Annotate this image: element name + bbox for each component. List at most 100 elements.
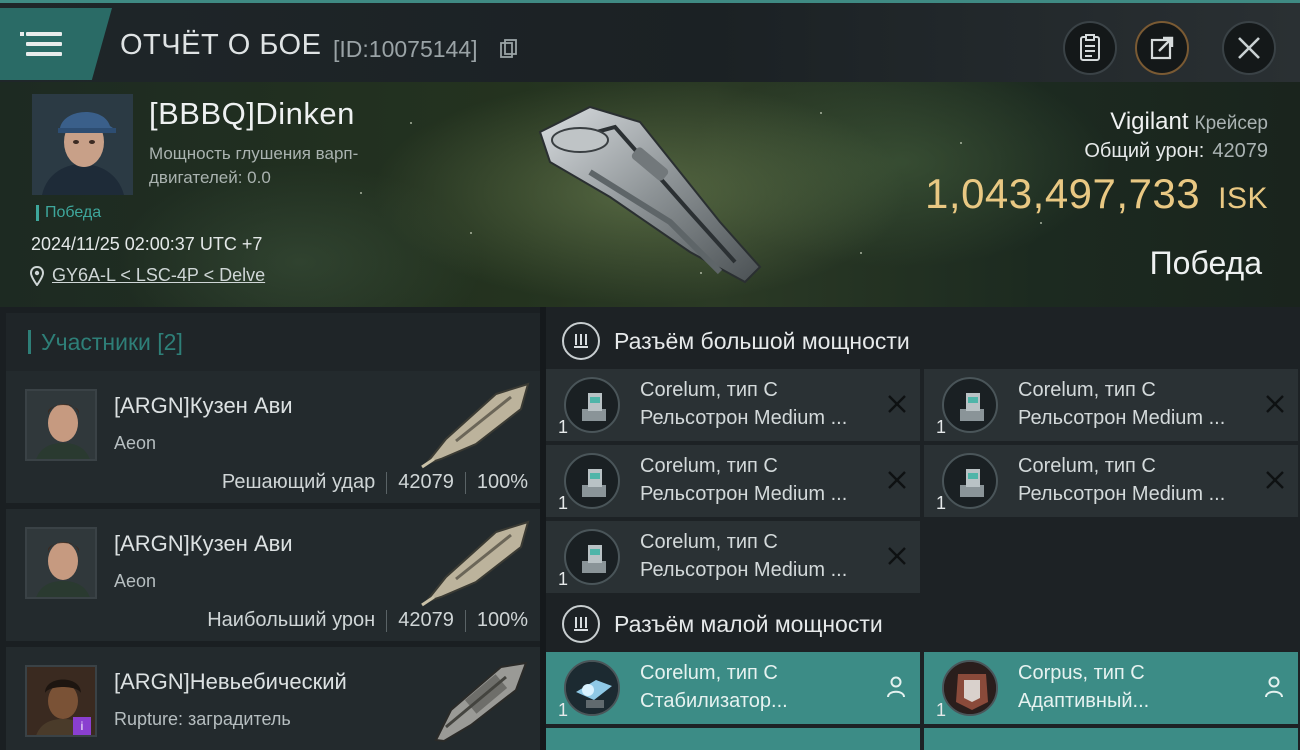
- victim-avatar[interactable]: [32, 94, 133, 195]
- participant-name[interactable]: [ARGN]Кузен Ави: [114, 531, 293, 557]
- participant-card[interactable]: [ARGN]Кузен Ави Aeon Решающий удар 42079…: [6, 371, 540, 503]
- isk-unit: ISK: [1218, 182, 1268, 215]
- report-id: [ID:10075144]: [333, 36, 478, 62]
- damage-value: 42079: [1212, 140, 1268, 162]
- railgun-icon: [564, 529, 620, 585]
- info-badge: i: [73, 717, 91, 735]
- participant-ship-image: [421, 520, 530, 607]
- copy-icon[interactable]: [500, 39, 518, 59]
- module-desc: Рельсотрон Medium ...: [1018, 407, 1226, 429]
- victim-ship-type: Vigilant Крейсер: [1110, 108, 1268, 136]
- participant-role: Решающий удар: [221, 471, 376, 493]
- header-bar: ОТЧЁТ О БОЕ [ID:10075144]: [0, 0, 1300, 82]
- participant-stats: Наибольший урон 42079 100%: [207, 609, 528, 632]
- participant-ship: Aeon: [114, 433, 157, 453]
- low-slot-header: Разъём малой мощности: [546, 593, 1300, 655]
- participants-panel: Участники [2] [ARGN]Кузен Ави Aeon Решаю…: [0, 307, 540, 750]
- high-slot-title: Разъём большой мощности: [614, 327, 910, 354]
- kill-datetime: 2024/11/25 02:00:37 UTC +7: [31, 234, 263, 254]
- fitting-panel: Разъём большой мощности 1 Corelum, тип C…: [546, 307, 1300, 750]
- module-quantity: 1: [936, 417, 947, 437]
- module-slot-partial[interactable]: [924, 728, 1298, 750]
- railgun-icon: [564, 453, 620, 509]
- share-button[interactable]: [1135, 21, 1189, 75]
- isk-value: 1,043,497,733 ISK: [925, 170, 1268, 218]
- module-name: Corelum, тип C: [1018, 379, 1156, 401]
- module-slot[interactable]: 1 Corelum, тип C Рельсотрон Medium ...: [546, 369, 920, 441]
- high-slot-icon: [562, 322, 600, 360]
- participant-card[interactable]: [ARGN]Кузен Ави Aeon Наибольший урон 420…: [6, 509, 540, 641]
- clipboard-button[interactable]: [1063, 21, 1117, 75]
- participant-card[interactable]: i [ARGN]Невьебический Rupture: заградите…: [6, 647, 540, 750]
- damage-label: Общий урон:: [1084, 140, 1205, 162]
- participant-damage: 42079: [398, 471, 454, 493]
- participant-ship: Aeon: [114, 571, 157, 591]
- module-desc: Рельсотрон Medium ...: [640, 407, 848, 429]
- railgun-icon: [942, 377, 998, 433]
- share-icon: [1150, 36, 1174, 60]
- ship-class: Крейсер: [1194, 113, 1268, 134]
- ship-name: Vigilant: [1110, 108, 1189, 135]
- module-name: Corelum, тип C: [640, 531, 778, 553]
- close-button[interactable]: [1222, 21, 1276, 75]
- module-desc: Рельсотрон Medium ...: [1018, 483, 1226, 505]
- participant-avatar[interactable]: i: [25, 665, 97, 737]
- victim-name[interactable]: [BBBQ]Dinken: [149, 96, 355, 132]
- module-quantity: 1: [558, 417, 569, 437]
- participant-damage: 42079: [398, 609, 454, 631]
- clipboard-icon: [1080, 34, 1100, 61]
- module-slot[interactable]: 1 Corelum, тип C Рельсотрон Medium ...: [924, 445, 1298, 517]
- page-title: ОТЧЁТ О БОЕ: [120, 29, 322, 61]
- participant-avatar[interactable]: [25, 527, 97, 599]
- module-name: Corpus, тип C: [1018, 662, 1145, 684]
- victim-ship-image: [538, 105, 762, 284]
- battle-result: Победа: [1149, 245, 1262, 281]
- status-label: Победа: [36, 205, 101, 221]
- warp-scramble-text: Мощность глушения варп-двигателей: 0.0: [149, 144, 359, 187]
- participant-avatar[interactable]: [25, 389, 97, 461]
- railgun-icon: [564, 377, 620, 433]
- participant-name[interactable]: [ARGN]Кузен Ави: [114, 393, 293, 419]
- module-name: Corelum, тип C: [640, 455, 778, 477]
- module-slot[interactable]: 1 Corpus, тип C Адаптивный...: [924, 652, 1298, 724]
- module-quantity: 1: [558, 493, 569, 513]
- module-slot[interactable]: 1 Corelum, тип C Рельсотрон Medium ...: [546, 521, 920, 593]
- participant-name[interactable]: [ARGN]Невьебический: [114, 669, 347, 695]
- module-name: Corelum, тип C: [1018, 455, 1156, 477]
- railgun-icon: [942, 453, 998, 509]
- menu-button[interactable]: [0, 8, 112, 80]
- participants-title: Участники [2]: [28, 330, 183, 354]
- module-quantity: 1: [558, 700, 569, 720]
- module-desc: Адаптивный...: [1018, 690, 1150, 712]
- participant-ship: Rupture: заградитель: [114, 709, 291, 729]
- participant-ship-image: [421, 382, 530, 469]
- module-slot[interactable]: 1 Corelum, тип C Стабилизатор...: [546, 652, 920, 724]
- participant-ship-image: [434, 661, 528, 743]
- participant-role: Наибольший урон: [207, 609, 376, 631]
- participants-header: Участники [2]: [6, 313, 540, 371]
- destroyed-x-icon: [888, 395, 906, 413]
- isk-amount: 1,043,497,733: [925, 170, 1201, 217]
- module-slot[interactable]: 1 Corelum, тип C Рельсотрон Medium ...: [546, 445, 920, 517]
- module-slot-partial[interactable]: [546, 728, 920, 750]
- destroyed-x-icon: [888, 547, 906, 565]
- location-link[interactable]: GY6A-L < LSC-4P < Delve: [52, 265, 265, 286]
- total-damage: Общий урон: 42079: [1084, 140, 1268, 163]
- location-pin-icon: [30, 265, 44, 286]
- kill-location[interactable]: GY6A-L < LSC-4P < Delve: [30, 265, 265, 286]
- participant-stats: Решающий удар 42079 100%: [222, 471, 528, 494]
- low-slot-title: Разъём малой мощности: [614, 610, 883, 637]
- module-desc: Рельсотрон Medium ...: [640, 559, 848, 581]
- destroyed-x-icon: [888, 471, 906, 489]
- module-name: Corelum, тип C: [640, 662, 778, 684]
- module-quantity: 1: [936, 700, 947, 720]
- destroyed-x-icon: [1266, 471, 1284, 489]
- participant-percent: 100%: [476, 471, 528, 493]
- victim-banner: [BBBQ]Dinken Мощность глушения варп-двиг…: [0, 82, 1300, 307]
- module-quantity: 1: [936, 493, 947, 513]
- person-icon: [1265, 676, 1283, 698]
- participant-percent: 100%: [476, 609, 528, 631]
- close-icon: [1238, 37, 1260, 59]
- module-slot[interactable]: 1 Corelum, тип C Рельсотрон Medium ...: [924, 369, 1298, 441]
- stabilizer-icon: [564, 660, 620, 716]
